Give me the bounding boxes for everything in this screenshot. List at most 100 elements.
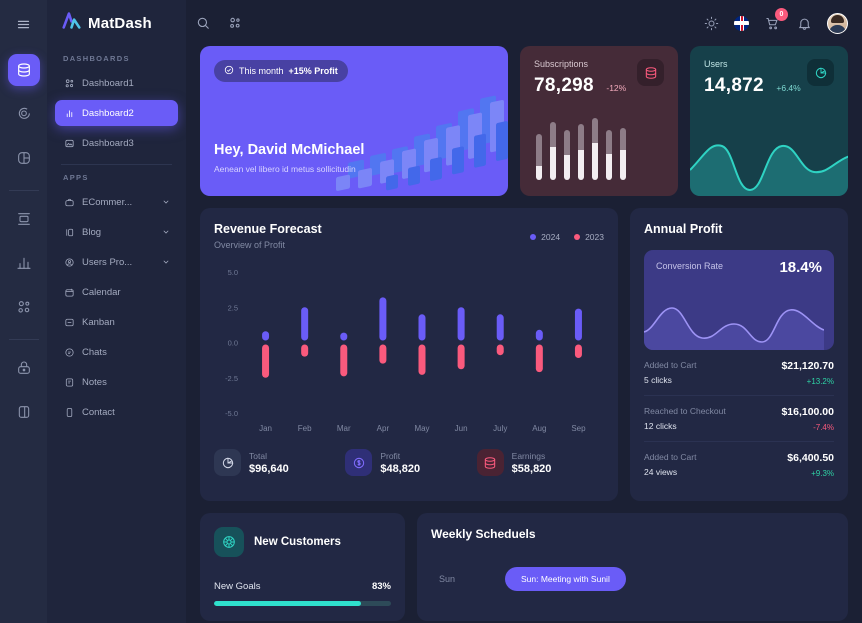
topbar-actions: 0 <box>702 8 848 34</box>
chart-bar <box>535 344 543 373</box>
sidebar-item-dashboard1[interactable]: Dashboard1 <box>55 70 178 96</box>
search-icon[interactable] <box>194 14 212 32</box>
subscriptions-value: 78,298 <box>534 75 594 96</box>
legend-dot <box>530 234 537 240</box>
svg-text:July: July <box>493 424 507 433</box>
rail-item-sidebar-panel[interactable] <box>8 396 40 428</box>
rail-item-grid[interactable] <box>8 291 40 323</box>
svg-text:-5.0: -5.0 <box>225 409 238 418</box>
profit-row-delta: +13.2% <box>806 377 834 386</box>
sidebar-item-dashboard3[interactable]: Dashboard3 <box>55 130 178 156</box>
profit-row-sub: 24 views <box>644 467 678 477</box>
svg-text:May: May <box>414 424 429 433</box>
chevron-down-icon[interactable] <box>162 228 170 236</box>
svg-text:2.5: 2.5 <box>228 303 238 312</box>
users-value: 14,872 <box>704 75 764 96</box>
chart-bar <box>340 344 348 377</box>
avatar[interactable] <box>827 12 848 34</box>
sub-bar <box>578 124 584 180</box>
shopping-cart-icon[interactable]: 0 <box>763 8 788 32</box>
database-icon <box>637 59 664 86</box>
stat-value: $48,820 <box>380 462 421 475</box>
svg-text:Jun: Jun <box>455 424 468 433</box>
legend-item-2024[interactable]: 2024 <box>530 232 560 242</box>
hamburger-icon[interactable] <box>8 8 40 40</box>
conversion-rate-panel: Conversion Rate 18.4% <box>644 250 834 350</box>
sidebar-item-notes[interactable]: Notes <box>55 369 178 395</box>
schedule-event-chip[interactable]: Sun: Meeting with Sunil <box>505 567 626 591</box>
chart-bar <box>379 297 387 341</box>
sidebar: MatDash DASHBOARDS Dashboard1 Dashboard2… <box>47 0 186 623</box>
subscriptions-card: Subscriptions 78,298 -12% <box>520 46 678 196</box>
rail-item-pie-chart[interactable] <box>8 142 40 174</box>
subscriptions-delta: -12% <box>606 83 627 93</box>
chart-bar <box>457 307 465 341</box>
sidebar-item-calendar[interactable]: Calendar <box>55 279 178 305</box>
profit-row: Reached to Checkout 12 clicks $16,100.00… <box>644 396 834 442</box>
chart-bar <box>418 344 426 375</box>
conversion-sparkline <box>644 307 824 350</box>
chart-bar <box>574 308 582 341</box>
weekly-schedules-title: Weekly Scheduels <box>431 527 536 541</box>
sidebar-section-dashboards: DASHBOARDS <box>63 54 130 63</box>
sidebar-item-label: Dashboard3 <box>82 137 134 149</box>
stat-label: Earnings <box>511 450 546 461</box>
sidebar-divider <box>61 164 172 165</box>
bottom-row: New Customers New Goals 83% Weekly Sched… <box>200 513 848 621</box>
new-customers-title: New Customers <box>254 536 341 548</box>
contact-icon <box>63 406 75 418</box>
user-circle-icon <box>63 256 75 268</box>
profit-row-label: Reached to Checkout <box>644 406 726 416</box>
bell-icon[interactable] <box>795 14 813 32</box>
check-circle-icon <box>224 65 234 77</box>
revenue-chart: 5.0 2.5 0.0 -2.5 -5.0 Jan Feb Mar Apr May Jun July A… <box>214 264 604 439</box>
sidebar-section-apps: APPS <box>63 173 89 182</box>
stat-total: Total $96,640 <box>214 449 341 476</box>
brand-name: MatDash <box>88 14 152 32</box>
sidebar-item-blog[interactable]: Blog <box>55 219 178 245</box>
rail-item-browser[interactable] <box>8 203 40 235</box>
sidebar-item-chats[interactable]: Chats <box>55 339 178 365</box>
legend-item-2023[interactable]: 2023 <box>574 232 604 242</box>
stat-label: Profit <box>380 450 401 461</box>
sidebar-item-ecommerce[interactable]: ECommer... <box>55 189 178 215</box>
image-icon <box>63 137 75 149</box>
profit-row-value: $16,100.00 <box>781 406 834 418</box>
app-root: MatDash DASHBOARDS Dashboard1 Dashboard2… <box>0 0 862 623</box>
pill-text: This month <box>239 66 284 76</box>
rail-item-bar-chart[interactable] <box>8 247 40 279</box>
svg-text:Mar: Mar <box>337 424 351 433</box>
chart-bar <box>379 344 387 364</box>
legend-label: 2024 <box>541 232 561 242</box>
sidebar-item-label: Dashboard1 <box>82 77 134 89</box>
profit-row-sub: 5 clicks <box>644 375 672 385</box>
bar-chart-icon <box>63 107 75 119</box>
sun-icon[interactable] <box>702 14 720 32</box>
grid-apps-icon[interactable] <box>226 14 244 32</box>
chevron-down-icon[interactable] <box>162 198 170 206</box>
rail-item-lock[interactable] <box>8 352 40 384</box>
uk-flag-icon[interactable] <box>734 15 749 31</box>
main-area: 0 This month +15% Profit Hey, David McMi… <box>186 0 862 623</box>
chevron-down-icon[interactable] <box>162 258 170 266</box>
customers-icon <box>214 527 244 557</box>
svg-text:Jan: Jan <box>259 424 272 433</box>
users-icon <box>63 77 75 89</box>
sidebar-item-label: ECommer... <box>82 196 133 208</box>
sub-bar <box>550 122 556 180</box>
blog-icon <box>63 226 75 238</box>
sidebar-item-users-profile[interactable]: Users Pro... <box>55 249 178 275</box>
svg-text:Feb: Feb <box>298 424 312 433</box>
sidebar-item-label: Contact <box>82 406 115 418</box>
rail-item-database[interactable] <box>7 54 40 86</box>
goal-progress-track <box>214 601 391 606</box>
sidebar-item-kanban[interactable]: Kanban <box>55 309 178 335</box>
rail-item-chat[interactable] <box>8 98 40 130</box>
brand[interactable]: MatDash <box>55 0 178 46</box>
revenue-title: Revenue Forecast <box>214 222 322 236</box>
sub-bar <box>536 134 542 180</box>
sidebar-item-dashboard2[interactable]: Dashboard2 <box>55 100 178 126</box>
new-customers-card: New Customers New Goals 83% <box>200 513 405 621</box>
goal-progress-fill <box>214 601 361 606</box>
sidebar-item-contact[interactable]: Contact <box>55 399 178 425</box>
